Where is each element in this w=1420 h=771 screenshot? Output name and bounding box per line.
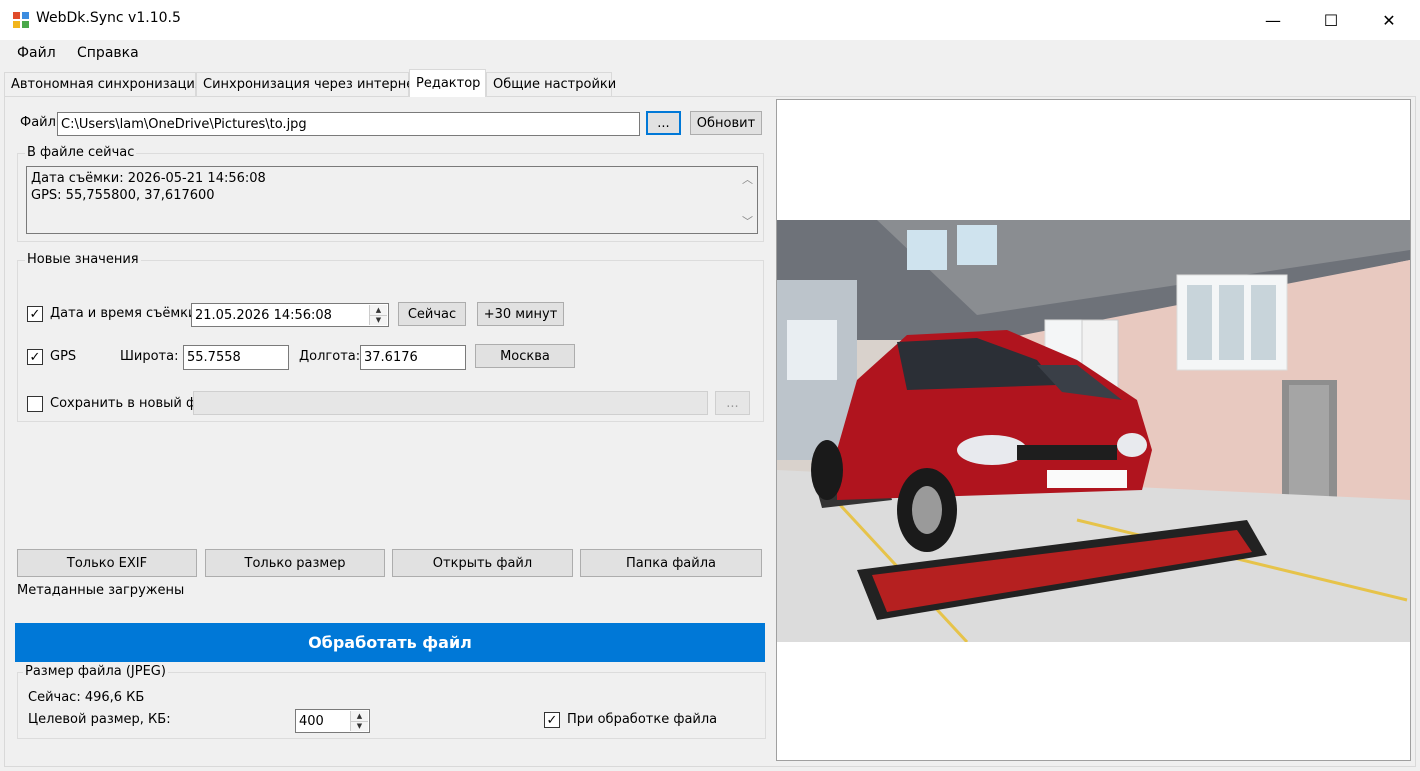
maximize-icon: ☐ [1323,10,1339,30]
current-date-line: Дата съёмки: 2026-05-21 14:56:08 [31,171,266,186]
file-path-input[interactable]: C:\Users\lam\OneDrive\Pictures\to.jpg [57,112,640,136]
plus-30-minutes-button[interactable]: +30 минут [477,302,564,326]
current-gps-line: GPS: 55,755800, 37,617600 [31,188,215,203]
menu-help[interactable]: Справка [77,45,139,61]
browse-file-button[interactable]: ... [646,111,681,135]
minimize-button[interactable]: — [1244,0,1302,40]
scroll-up-icon[interactable]: ︿ [742,171,753,187]
longitude-label: Долгота: [299,349,361,364]
check-icon: ✓ [546,712,558,728]
file-label: Файл [20,115,56,130]
spin-down-icon[interactable]: ▼ [370,315,387,325]
target-size-spinner[interactable]: ▲ ▼ [350,711,368,731]
spin-down-icon[interactable]: ▼ [351,721,368,731]
tab-editor[interactable]: Редактор [409,69,486,97]
save-new-file-label: Сохранить в новый фа [50,396,206,411]
save-new-file-path[interactable] [193,391,708,415]
process-file-button[interactable]: Обработать файл [15,623,765,662]
minimize-icon: — [1265,10,1281,30]
longitude-input[interactable]: 37.6176 [360,345,466,370]
datetime-spinner[interactable]: ▲ ▼ [369,305,387,325]
maximize-button[interactable]: ☐ [1302,0,1360,40]
moscow-button[interactable]: Москва [475,344,575,368]
gps-checkbox[interactable]: ✓ [27,349,43,365]
close-button[interactable]: ✕ [1360,0,1418,40]
check-icon: ✓ [29,349,41,365]
refresh-button[interactable]: Обновит [690,111,762,135]
datetime-checkbox[interactable]: ✓ [27,306,43,322]
target-size-value: 400 [299,713,324,729]
datetime-label: Дата и время съёмки [50,306,197,321]
scroll-down-icon[interactable]: ﹀ [742,213,753,229]
file-folder-button[interactable]: Папка файла [580,549,762,577]
open-file-button[interactable]: Открыть файл [392,549,573,577]
title-bar [0,0,1420,40]
spin-up-icon[interactable]: ▲ [370,305,387,316]
datetime-picker[interactable]: 21.05.2026 14:56:08 [191,303,389,327]
window-title: WebDk.Sync v1.10.5 [36,10,181,26]
check-icon: ✓ [29,306,41,322]
status-text: Метаданные загружены [17,583,185,598]
tab-offline-sync[interactable]: Автономная синхронизация [4,72,203,96]
save-new-file-checkbox[interactable] [27,396,43,412]
file-size-group [17,672,766,739]
tab-internet-sync[interactable]: Синхронизация через интернет [196,72,422,96]
car-photo [777,220,1410,642]
on-process-label: При обработке файла [567,712,718,727]
current-values-legend: В файле сейчас [25,145,137,160]
datetime-value: 21.05.2026 14:56:08 [195,307,332,323]
new-values-legend: Новые значения [25,252,141,267]
size-only-button[interactable]: Только размер [205,549,385,577]
save-new-file-browse-button[interactable]: ... [715,391,750,415]
latitude-label: Широта: [120,349,179,364]
current-values-textbox[interactable]: Дата съёмки: 2026-05-21 14:56:08 GPS: 55… [26,166,758,234]
file-size-legend: Размер файла (JPEG) [23,664,168,679]
app-icon [13,12,29,28]
gps-label: GPS [50,349,77,364]
now-button[interactable]: Сейчас [398,302,466,326]
target-size-label: Целевой размер, КБ: [28,712,171,727]
menu-bar [0,40,1420,68]
latitude-input[interactable]: 55.7558 [183,345,289,370]
tab-general-settings[interactable]: Общие настройки [486,72,616,96]
on-process-checkbox[interactable]: ✓ [544,712,560,728]
image-preview [776,99,1411,761]
exif-only-button[interactable]: Только EXIF [17,549,197,577]
spin-up-icon[interactable]: ▲ [351,711,368,722]
menu-file[interactable]: Файл [17,45,56,61]
current-size-text: Сейчас: 496,6 КБ [28,690,145,705]
close-icon: ✕ [1382,10,1396,30]
